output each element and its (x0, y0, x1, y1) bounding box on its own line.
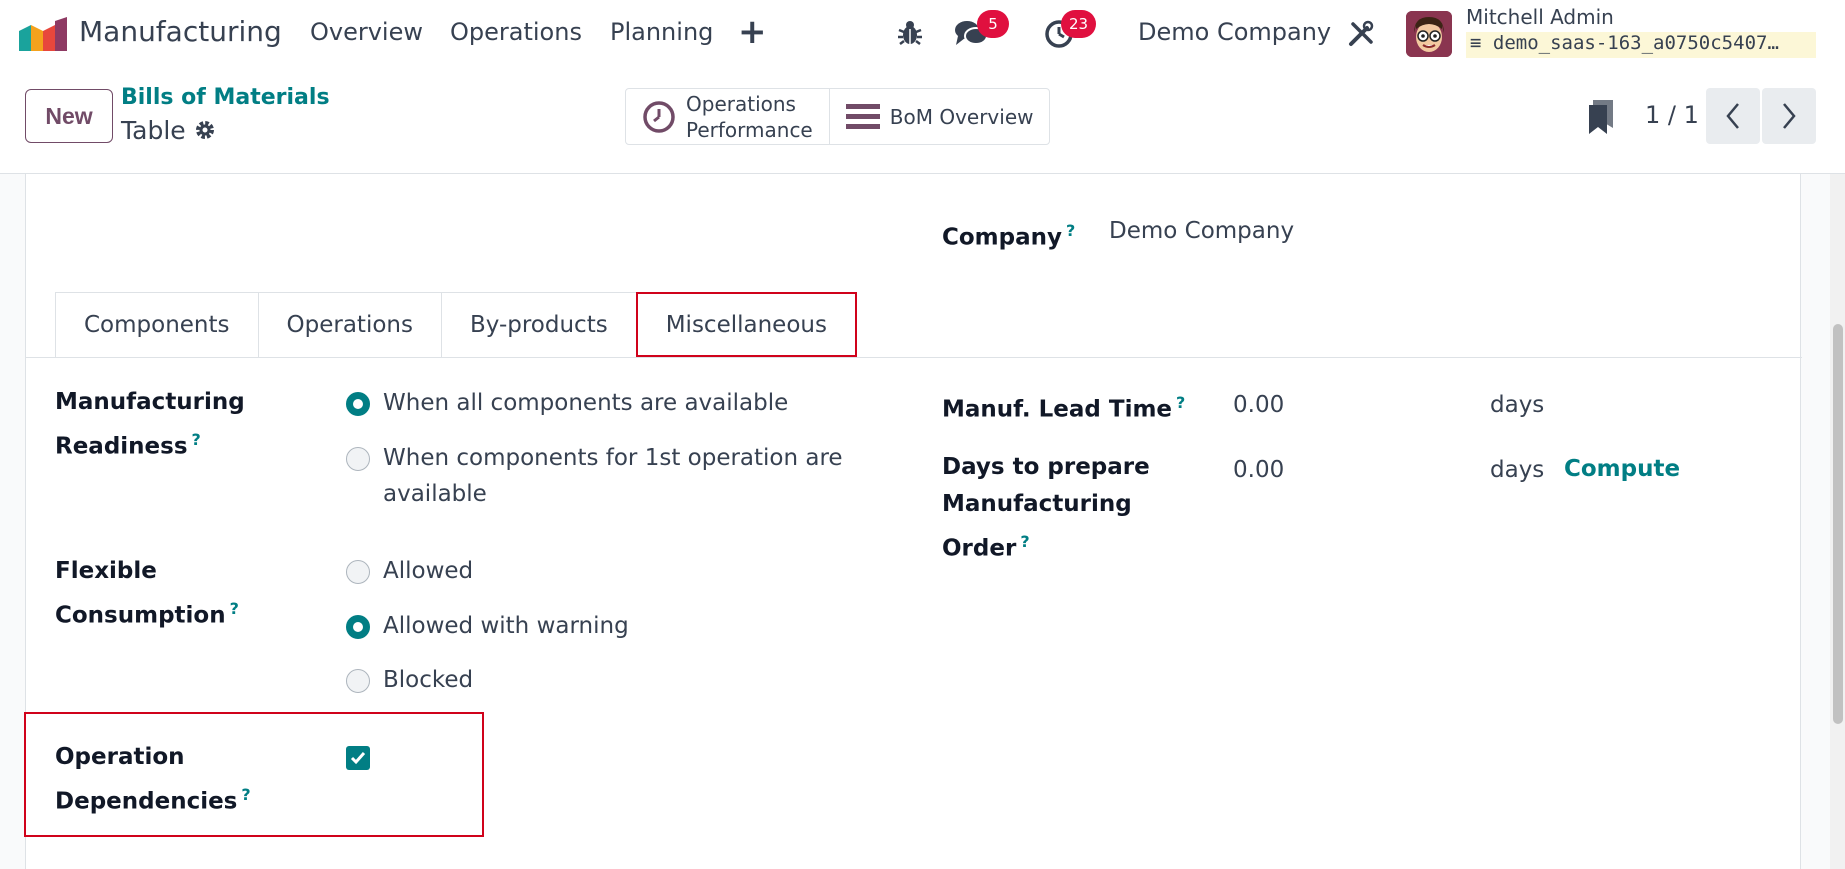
flexible-blocked-label[interactable]: Blocked (383, 662, 473, 698)
tab-by-products[interactable]: By-products (440, 292, 637, 357)
tools-icon[interactable] (1347, 20, 1375, 48)
readiness-all-available-label[interactable]: When all components are available (383, 385, 788, 421)
company-field[interactable]: Demo Company (1109, 218, 1294, 244)
scrollbar-thumb[interactable] (1833, 324, 1843, 724)
dependencies-help-icon[interactable]: ? (241, 785, 250, 804)
tab-divider (26, 357, 1802, 358)
operation-dependencies-label-2: Dependencies (55, 788, 238, 815)
days-to-prepare-label-3: Order (942, 535, 1017, 562)
days-to-prepare-field[interactable]: 0.00 (1233, 457, 1284, 483)
tab-components[interactable]: Components (55, 292, 259, 357)
flexible-blocked-radio[interactable] (346, 669, 370, 693)
days-to-prepare-label: Days to prepare Manufacturing Order? (942, 449, 1150, 568)
days-to-prepare-label-2: Manufacturing (942, 491, 1132, 517)
manufacturing-readiness-label-1: Manufacturing (55, 389, 245, 415)
bom-overview-label: BoM Overview (889, 104, 1034, 129)
operation-dependencies-label-1: Operation (55, 744, 185, 770)
app-name[interactable]: Manufacturing (79, 15, 282, 48)
database-icon: ≡ (1470, 32, 1482, 54)
user-name[interactable]: Mitchell Admin (1466, 5, 1614, 29)
messages-badge: 5 (977, 10, 1009, 38)
smart-buttons: Operations Performance BoM Overview (625, 88, 1051, 145)
flexible-help-icon[interactable]: ? (230, 599, 239, 618)
prepare-help-icon[interactable]: ? (1020, 532, 1029, 551)
menu-overview[interactable]: Overview (310, 18, 423, 46)
pager-next-button[interactable] (1762, 88, 1816, 144)
flexible-allowed-warning-label[interactable]: Allowed with warning (383, 608, 629, 644)
days-to-prepare-label-1: Days to prepare (942, 454, 1150, 480)
company-label-text: Company (942, 224, 1062, 251)
chevron-right-icon (1783, 103, 1796, 129)
tab-miscellaneous[interactable]: Miscellaneous (635, 292, 857, 357)
manufacturing-app-icon[interactable] (19, 17, 67, 51)
plus-icon[interactable]: + (738, 12, 767, 52)
user-avatar-icon (1406, 11, 1452, 57)
checkmark-icon (350, 752, 366, 765)
notebook-tabs: Components Operations By-products Miscel… (55, 292, 857, 357)
lead-time-help-icon[interactable]: ? (1176, 393, 1185, 412)
breadcrumb-parent[interactable]: Bills of Materials (121, 85, 330, 110)
database-label: demo_saas-163_a0750c5407… (1492, 32, 1779, 54)
scrollbar[interactable] (1830, 174, 1845, 869)
list-icon (845, 103, 880, 129)
company-switcher[interactable]: Demo Company (1138, 18, 1331, 46)
company-label: Company? (942, 212, 1075, 257)
flexible-consumption-label: Flexible Consumption? (55, 553, 239, 635)
readiness-first-operation-label-2[interactable]: available (383, 476, 487, 512)
operations-performance-label-2: Performance (686, 117, 813, 142)
lead-time-label: Manuf. Lead Time? (942, 384, 1185, 429)
tab-operations[interactable]: Operations (257, 292, 442, 357)
readiness-first-operation-radio[interactable] (346, 447, 370, 471)
readiness-help-icon[interactable]: ? (192, 430, 201, 449)
flexible-allowed-label[interactable]: Allowed (383, 553, 473, 589)
clock-icon (643, 100, 675, 133)
flexible-allowed-radio[interactable] (346, 560, 370, 584)
flexible-consumption-label-1: Flexible (55, 558, 157, 584)
readiness-first-operation-label[interactable]: When components for 1st operation are (383, 440, 843, 476)
database-name: ≡ demo_saas-163_a0750c5407… (1466, 32, 1816, 58)
bom-overview-button[interactable]: BoM Overview (828, 89, 1050, 144)
flexible-allowed-warning-radio[interactable] (346, 615, 370, 639)
lead-time-field[interactable]: 0.00 (1233, 392, 1284, 418)
menu-operations[interactable]: Operations (450, 18, 582, 46)
menu-planning[interactable]: Planning (610, 18, 713, 46)
avatar[interactable] (1406, 11, 1452, 57)
top-navbar: Manufacturing Overview Operations Planni… (0, 0, 1845, 68)
operation-dependencies-label: Operation Dependencies? (55, 739, 251, 821)
control-panel: New Bills of Materials Table Operations … (0, 68, 1845, 174)
compute-button[interactable]: Compute (1564, 456, 1680, 482)
bug-icon[interactable] (897, 20, 923, 46)
breadcrumb-current: Table (121, 116, 186, 145)
operations-performance-label-1: Operations (686, 91, 796, 116)
lead-time-unit: days (1490, 392, 1545, 418)
operations-performance-button[interactable]: Operations Performance (626, 89, 829, 144)
form-sheet: Company? Demo Company Components Operati… (24, 174, 1802, 869)
bookmark-icon[interactable] (1587, 100, 1615, 134)
operation-dependencies-checkbox[interactable] (346, 746, 370, 770)
readiness-all-available-radio[interactable] (346, 392, 370, 416)
company-help-icon[interactable]: ? (1066, 221, 1075, 240)
flexible-consumption-label-2: Consumption (55, 602, 226, 629)
chevron-left-icon (1726, 103, 1739, 129)
lead-time-label-text: Manuf. Lead Time (942, 396, 1173, 423)
pager-value[interactable]: 1 / 1 (1645, 101, 1699, 129)
gear-icon[interactable] (193, 118, 217, 142)
pager-previous-button[interactable] (1706, 88, 1760, 144)
new-button[interactable]: New (25, 89, 113, 143)
manufacturing-readiness-label-2: Readiness (55, 433, 188, 460)
days-to-prepare-unit: days (1490, 457, 1545, 483)
activities-badge: 23 (1061, 10, 1097, 38)
manufacturing-readiness-label: Manufacturing Readiness? (55, 384, 245, 466)
